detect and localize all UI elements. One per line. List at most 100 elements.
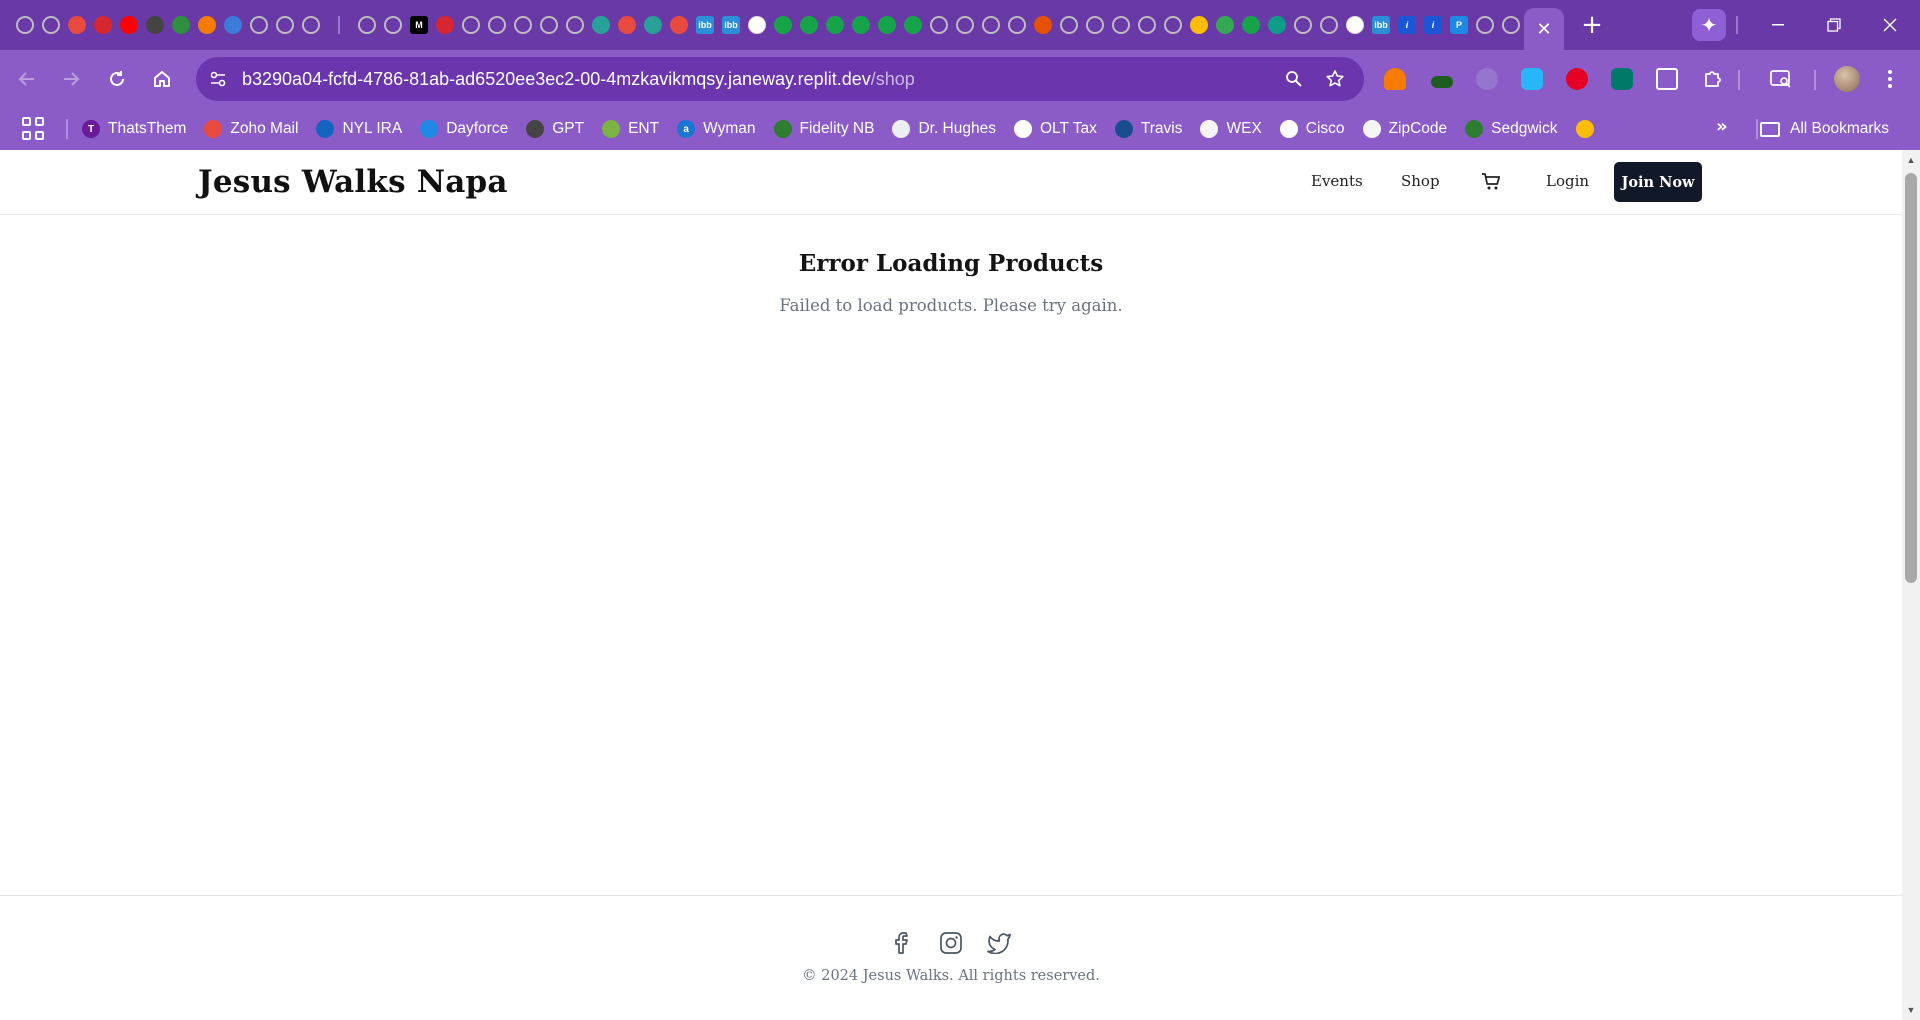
globe-icon[interactable] [1290, 12, 1316, 38]
ring-icon[interactable] [1264, 12, 1290, 38]
restore-button[interactable] [1806, 0, 1862, 50]
bookmark-item[interactable]: Sedgwick [1465, 120, 1558, 138]
globe-icon[interactable] [978, 12, 1004, 38]
medium-icon[interactable]: M [406, 12, 432, 38]
globe-icon[interactable] [1004, 12, 1030, 38]
nav-shop-link[interactable]: Shop [1401, 172, 1440, 190]
globe-icon[interactable] [458, 12, 484, 38]
scrollbar-thumb[interactable] [1905, 173, 1917, 583]
apps-grid-icon[interactable] [22, 117, 46, 141]
bookmark-item[interactable]: a Wyman [677, 120, 756, 138]
chrome-icon[interactable] [12, 12, 38, 38]
chrome-icon[interactable] [380, 12, 406, 38]
ibb-icon[interactable]: ibb [718, 12, 744, 38]
url-text[interactable]: b3290a04-fcfd-4786-81ab-ad6520ee3ec2-00-… [242, 69, 915, 90]
chrome-icon[interactable] [298, 12, 324, 38]
arrow-icon[interactable] [822, 12, 848, 38]
site-brand[interactable]: Jesus Walks Napa [198, 164, 508, 200]
ibb-icon[interactable]: ibb [1368, 12, 1394, 38]
bookmark-item[interactable] [1575, 120, 1602, 138]
chrome-icon[interactable] [1108, 12, 1134, 38]
globe-icon[interactable] [952, 12, 978, 38]
pinwheel-icon[interactable] [1186, 12, 1212, 38]
youtube-icon[interactable] [116, 12, 142, 38]
chrome-icon[interactable] [1316, 12, 1342, 38]
bookmark-item[interactable]: Cisco [1279, 120, 1345, 138]
scroll-up-arrow-icon[interactable]: ▲ [1905, 154, 1917, 166]
scroll-down-arrow-icon[interactable]: ▼ [1905, 1004, 1917, 1016]
bookmark-item[interactable]: Dayforce [420, 120, 508, 138]
address-bar[interactable]: b3290a04-fcfd-4786-81ab-ad6520ee3ec2-00-… [196, 57, 1364, 101]
chrome-icon[interactable] [272, 12, 298, 38]
minimize-button[interactable] [1750, 0, 1806, 50]
p-icon[interactable]: P [1446, 12, 1472, 38]
bookmark-item[interactable]: Travis [1114, 120, 1182, 138]
globe-icon[interactable] [1082, 12, 1108, 38]
bookmark-item[interactable]: Zoho Mail [204, 120, 298, 138]
bookmark-item[interactable]: NYL IRA [316, 120, 402, 138]
extension-icon-person[interactable] [1380, 64, 1410, 94]
browser-menu-icon[interactable] [1878, 64, 1902, 94]
nascar-icon[interactable] [90, 12, 116, 38]
globe-icon[interactable] [1498, 12, 1524, 38]
tab-search-icon[interactable] [1766, 64, 1796, 94]
chrome-icon[interactable] [246, 12, 272, 38]
shield-icon[interactable] [588, 12, 614, 38]
chrome-icon[interactable] [354, 12, 380, 38]
flickr-icon[interactable] [1342, 12, 1368, 38]
instagram-icon[interactable] [936, 928, 966, 958]
profile-avatar[interactable] [1834, 66, 1860, 92]
ibb-icon[interactable]: ibb [692, 12, 718, 38]
chrome-icon[interactable] [38, 12, 64, 38]
home-icon[interactable] [147, 64, 177, 94]
globe-icon[interactable] [1472, 12, 1498, 38]
reload-icon[interactable] [102, 64, 132, 94]
bookmark-item[interactable]: OLT Tax [1013, 120, 1097, 138]
bookmark-item[interactable]: ZipCode [1362, 120, 1447, 138]
extension-icon-cloud[interactable] [1517, 64, 1547, 94]
arrow-icon[interactable] [1238, 12, 1264, 38]
cart-icon[interactable] [1481, 172, 1501, 192]
facebook-icon[interactable] [888, 928, 918, 958]
bookmark-item[interactable]: GPT [526, 120, 584, 138]
globe-icon[interactable] [536, 12, 562, 38]
all-bookmarks-button[interactable]: All Bookmarks [1760, 108, 1889, 150]
shield-icon[interactable] [640, 12, 666, 38]
chrome-icon[interactable] [1134, 12, 1160, 38]
zoom-icon[interactable] [1279, 64, 1309, 94]
globe-icon[interactable] [1056, 12, 1082, 38]
nav-login-link[interactable]: Login [1546, 172, 1589, 190]
star-icon[interactable] [194, 12, 220, 38]
extension-icon-tools[interactable] [1652, 64, 1682, 94]
join-now-button[interactable]: Join Now [1614, 162, 1702, 202]
dots-icon[interactable] [1030, 12, 1056, 38]
bookmark-item[interactable]: Dr. Hughes [892, 120, 996, 138]
pinterest-icon[interactable] [1562, 64, 1592, 94]
flickr-icon[interactable] [744, 12, 770, 38]
globe-icon[interactable] [510, 12, 536, 38]
pinwheel-icon[interactable] [1212, 12, 1238, 38]
active-tab[interactable]: ✕ [1524, 8, 1564, 50]
nascar-icon[interactable] [432, 12, 458, 38]
arrow-icon[interactable] [874, 12, 900, 38]
globe-icon[interactable] [220, 12, 246, 38]
close-tab-icon[interactable]: ✕ [1536, 19, 1551, 40]
extension-icon-chart[interactable] [1607, 64, 1637, 94]
extensions-puzzle-icon[interactable] [1698, 64, 1728, 94]
zoho-mail-icon[interactable] [666, 12, 692, 38]
globe-icon[interactable] [562, 12, 588, 38]
gemini-sparkle-icon[interactable]: ✦ [1692, 9, 1726, 41]
bookmark-item[interactable]: Fidelity NB [773, 120, 874, 138]
bookmark-item[interactable]: ENT [602, 120, 659, 138]
twitter-icon[interactable] [984, 928, 1014, 958]
arrow-icon[interactable] [900, 12, 926, 38]
shield-icon[interactable] [168, 12, 194, 38]
diamond-icon[interactable] [142, 12, 168, 38]
arrow-icon[interactable] [770, 12, 796, 38]
close-window-button[interactable] [1862, 0, 1918, 50]
bookmark-item[interactable]: WEX [1200, 120, 1262, 138]
chrome-icon[interactable] [1160, 12, 1186, 38]
globe-icon[interactable] [926, 12, 952, 38]
arrow-icon[interactable] [848, 12, 874, 38]
new-tab-button[interactable]: + [1572, 5, 1612, 45]
